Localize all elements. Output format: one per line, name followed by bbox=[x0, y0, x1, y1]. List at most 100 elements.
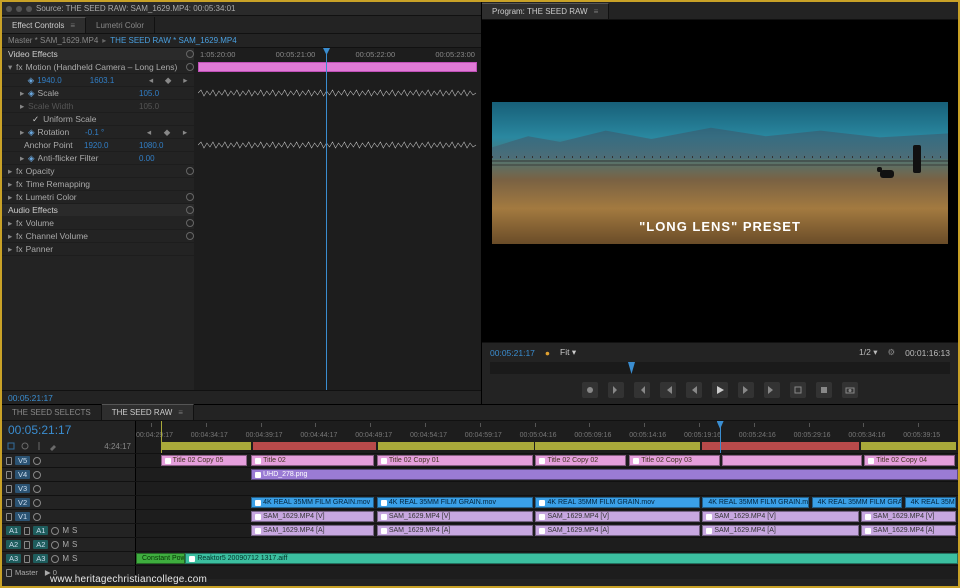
lumetri-row[interactable]: ▸fxLumetri Color bbox=[2, 191, 194, 204]
clip[interactable]: 4K REAL 35MM FILM GRAIN.mov bbox=[905, 497, 957, 508]
eye-icon[interactable] bbox=[51, 527, 59, 535]
program-monitor[interactable]: "LONG LENS" PRESET bbox=[482, 20, 958, 342]
clip[interactable]: SAM_1629.MP4 [A] bbox=[251, 525, 374, 536]
time-remapping-row[interactable]: ▸fxTime Remapping bbox=[2, 178, 194, 191]
solo-icon[interactable]: S bbox=[72, 554, 77, 563]
track-target[interactable]: V5 bbox=[15, 456, 30, 465]
lock-icon[interactable] bbox=[6, 457, 12, 465]
uniform-scale-row[interactable]: ✓Uniform Scale bbox=[2, 113, 194, 126]
play-button[interactable] bbox=[712, 382, 728, 398]
resolution-dropdown[interactable]: 1/2 ▾ bbox=[859, 347, 877, 358]
tab-menu-icon[interactable]: ≡ bbox=[178, 408, 183, 417]
clip[interactable]: Title 02 Copy 03 bbox=[629, 455, 719, 466]
tab-seed-raw[interactable]: THE SEED RAW≡ bbox=[102, 404, 194, 420]
mute-icon[interactable]: M bbox=[62, 554, 69, 563]
eye-icon[interactable] bbox=[51, 541, 59, 549]
extract-button[interactable] bbox=[816, 382, 832, 398]
add-marker-button[interactable] bbox=[582, 382, 598, 398]
reset-icon[interactable] bbox=[186, 167, 194, 175]
track-header[interactable]: A1A1MS bbox=[2, 524, 136, 537]
reset-icon[interactable] bbox=[186, 219, 194, 227]
next-keyframe-icon[interactable]: ▸ bbox=[177, 75, 194, 86]
track-lane[interactable]: UHD_278.png bbox=[136, 468, 958, 481]
mute-icon[interactable]: M bbox=[62, 526, 69, 535]
audio-patch[interactable]: A2 bbox=[6, 540, 21, 549]
marker-tool-icon[interactable] bbox=[34, 441, 44, 451]
clip[interactable]: Title 02 Copy 04 bbox=[864, 455, 954, 466]
track-target[interactable]: A3 bbox=[33, 554, 48, 563]
anchor-row[interactable]: Anchor Point1920.01080.0 bbox=[2, 139, 194, 152]
track-target[interactable]: V1 bbox=[15, 512, 30, 521]
eye-icon[interactable] bbox=[33, 499, 41, 507]
reset-icon[interactable] bbox=[186, 193, 194, 201]
track-header[interactable]: A2A2MS bbox=[2, 538, 136, 551]
lock-icon[interactable] bbox=[6, 485, 12, 493]
timeline-ruler[interactable]: 00:04:29:1700:04:34:1700:04:39:1700:04:4… bbox=[136, 421, 958, 439]
export-frame-button[interactable] bbox=[842, 382, 858, 398]
track-lane[interactable]: 4K REAL 35MM FILM GRAIN.mov4K REAL 35MM … bbox=[136, 496, 958, 509]
track-header[interactable]: V1 bbox=[2, 510, 136, 523]
track-lane[interactable]: SAM_1629.MP4 [V]SAM_1629.MP4 [V]SAM_1629… bbox=[136, 510, 958, 523]
track-header[interactable]: V5 bbox=[2, 454, 136, 467]
wrench-icon[interactable] bbox=[48, 441, 58, 451]
reset-icon[interactable] bbox=[186, 63, 194, 71]
track-target[interactable]: V3 bbox=[15, 484, 30, 493]
channel-volume-row[interactable]: ▸fxChannel Volume bbox=[2, 230, 194, 243]
settings-icon[interactable]: ⚙ bbox=[887, 347, 895, 358]
clip[interactable]: SAM_1629.MP4 [A] bbox=[702, 525, 858, 536]
prev-keyframe-icon[interactable]: ◂ bbox=[140, 127, 158, 138]
link-icon[interactable] bbox=[20, 441, 30, 451]
solo-icon[interactable]: S bbox=[72, 540, 77, 549]
track-lane[interactable] bbox=[136, 566, 958, 579]
clip[interactable]: SAM_1629.MP4 [V] bbox=[377, 511, 533, 522]
clip[interactable]: Title 02 Copy 02 bbox=[535, 455, 625, 466]
clip[interactable]: 4K REAL 35MM FILM GRAIN.mov bbox=[535, 497, 699, 508]
lift-button[interactable] bbox=[790, 382, 806, 398]
motion-effect-row[interactable]: ▾fxMotion (Handheld Camera – Long Lens) bbox=[2, 61, 194, 74]
track-target[interactable]: A1 bbox=[33, 526, 48, 535]
clip[interactable]: Title 02 bbox=[251, 455, 374, 466]
clip[interactable]: 4K REAL 35MM FILM GRAIN.mov bbox=[812, 497, 902, 508]
track-header[interactable]: V2 bbox=[2, 496, 136, 509]
step-forward-button[interactable] bbox=[738, 382, 754, 398]
program-mini-timeline[interactable] bbox=[490, 362, 950, 374]
clip[interactable]: SAM_1629.MP4 [A] bbox=[535, 525, 699, 536]
clip[interactable]: SAM_1629.MP4 [V] bbox=[702, 511, 858, 522]
clip[interactable]: SAM_1629.MP4 [A] bbox=[861, 525, 956, 536]
lock-icon[interactable] bbox=[6, 513, 12, 521]
clip[interactable]: SAM_1629.MP4 [V] bbox=[251, 511, 374, 522]
flicker-row[interactable]: ▸◈Anti-flicker Filter0.00 bbox=[2, 152, 194, 165]
add-keyframe-icon[interactable]: ◆ bbox=[160, 75, 177, 86]
solo-icon[interactable]: S bbox=[72, 526, 77, 535]
scale-row[interactable]: ▸◈Scale105.0 bbox=[2, 87, 194, 100]
timeline-playhead[interactable] bbox=[720, 421, 721, 453]
tab-effect-controls[interactable]: Effect Controls≡ bbox=[2, 17, 86, 33]
fit-dropdown[interactable]: Fit ▾ bbox=[560, 347, 576, 358]
lock-icon[interactable] bbox=[24, 555, 30, 563]
eye-icon[interactable] bbox=[51, 555, 59, 563]
reset-icon[interactable] bbox=[186, 50, 194, 58]
sequence-clip-label[interactable]: THE SEED RAW * SAM_1629.MP4 bbox=[110, 36, 236, 45]
go-to-in-button[interactable] bbox=[660, 382, 676, 398]
clip[interactable] bbox=[722, 455, 862, 466]
eye-icon[interactable] bbox=[33, 513, 41, 521]
timeline-in-point[interactable] bbox=[161, 421, 162, 453]
eye-icon[interactable] bbox=[33, 485, 41, 493]
position-keyframe-track[interactable] bbox=[198, 88, 477, 98]
next-keyframe-icon[interactable]: ▸ bbox=[176, 127, 194, 138]
tab-menu-icon[interactable]: ≡ bbox=[594, 7, 599, 16]
track-target[interactable]: V2 bbox=[15, 498, 30, 507]
reset-icon[interactable] bbox=[186, 232, 194, 240]
track-header[interactable]: V4 bbox=[2, 468, 136, 481]
clip[interactable]: SAM_1629.MP4 [V] bbox=[861, 511, 956, 522]
program-timecode[interactable]: 00:05:21:17 bbox=[490, 348, 535, 358]
effect-playhead[interactable] bbox=[326, 48, 327, 390]
lock-icon[interactable] bbox=[24, 527, 30, 535]
add-keyframe-icon[interactable]: ◆ bbox=[158, 127, 176, 138]
track-lane[interactable] bbox=[136, 482, 958, 495]
mark-out-button[interactable] bbox=[634, 382, 650, 398]
tab-lumetri-color[interactable]: Lumetri Color bbox=[86, 17, 155, 33]
clip[interactable]: Title 02 Copy 01 bbox=[377, 455, 533, 466]
clip[interactable]: Title 02 Copy 05 bbox=[161, 455, 247, 466]
clip[interactable]: SAM_1629.MP4 [A] bbox=[377, 525, 533, 536]
